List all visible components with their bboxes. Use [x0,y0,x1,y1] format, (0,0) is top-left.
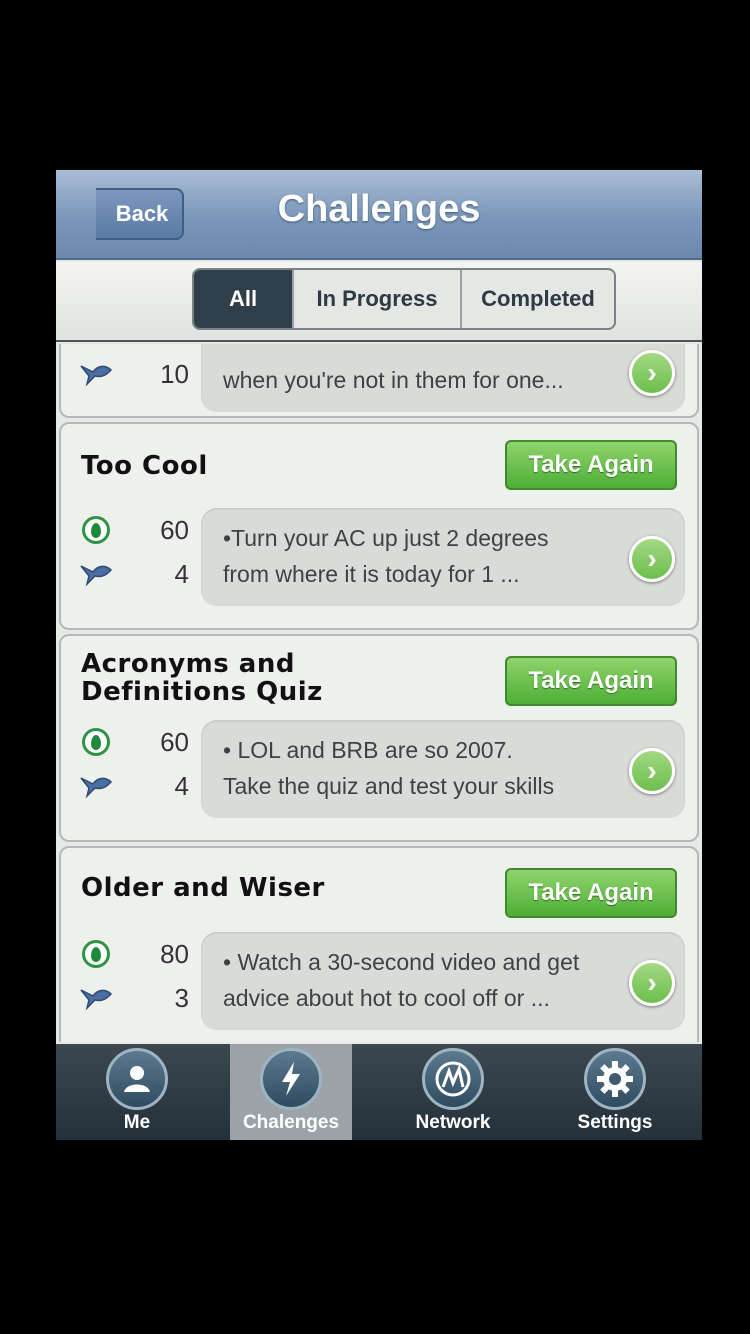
take-again-button[interactable]: Take Again [505,440,677,490]
points-stat: 60 [79,512,189,548]
tab-network[interactable]: Network [392,1044,514,1140]
fish-icon [79,769,113,803]
people-count: 4 [174,770,189,801]
challenge-description: • LOL and BRB are so 2007. Take the quiz… [223,737,555,799]
challenge-list[interactable]: 10 when you're not in them for one... › … [56,344,702,1042]
tab-label: Settings [577,1112,653,1133]
challenge-card[interactable]: Acronyms and Definitions Quiz Take Again… [59,634,699,842]
filter-segmented-control: All In Progress Completed [192,268,616,330]
filter-tab-all[interactable]: All [194,270,294,328]
take-again-button[interactable]: Take Again [505,656,677,706]
chevron-right-icon[interactable]: › [629,536,675,582]
challenge-description-box[interactable]: •Turn your AC up just 2 degrees from whe… [201,508,685,606]
tab-challenges[interactable]: Chalenges [230,1044,352,1140]
people-stat: 3 [79,980,189,1016]
gear-icon [584,1048,646,1110]
tab-label: Me [123,1112,151,1133]
fish-icon [79,357,113,391]
challenge-description-box[interactable]: • Watch a 30-second video and get advice… [201,932,685,1030]
lightning-icon [260,1048,322,1110]
points-value: 60 [160,726,189,757]
filter-tab-completed[interactable]: Completed [462,270,614,328]
people-count: 10 [160,358,189,389]
navigation-bar: Back Challenges [56,170,702,260]
tab-label: Network [415,1112,491,1133]
chevron-right-icon[interactable]: › [629,748,675,794]
leaf-icon [79,937,113,971]
people-count: 4 [174,558,189,589]
people-stat: 10 [79,356,189,392]
people-stat: 4 [79,556,189,592]
challenge-description-box[interactable]: • LOL and BRB are so 2007. Take the quiz… [201,720,685,818]
challenge-card[interactable]: 10 when you're not in them for one... › [59,344,699,418]
person-icon [106,1048,168,1110]
challenge-description-box[interactable]: when you're not in them for one... › [201,344,685,412]
leaf-icon [79,725,113,759]
challenge-description: • Watch a 30-second video and get advice… [223,949,580,1011]
challenge-title: Older and Wiser [81,873,325,903]
leaf-icon [79,513,113,547]
challenge-card[interactable]: Older and Wiser Take Again 80 3 • Watch … [59,846,699,1042]
app-screen: Back Challenges All In Progress Complete… [56,170,702,1140]
fish-icon [79,557,113,591]
fish-icon [79,981,113,1015]
filter-bar: All In Progress Completed [56,262,702,342]
tab-me[interactable]: Me [76,1044,198,1140]
challenge-description: when you're not in them for one... [223,367,564,393]
challenge-title: Too Cool [81,451,208,481]
points-value: 80 [160,938,189,969]
back-button-label: Back [115,201,169,226]
people-count: 3 [174,982,189,1013]
points-value: 60 [160,514,189,545]
challenge-card[interactable]: Too Cool Take Again 60 4 •Turn your AC u… [59,422,699,630]
challenge-description: •Turn your AC up just 2 degrees from whe… [223,525,549,587]
filter-tab-in-progress[interactable]: In Progress [294,270,462,328]
points-stat: 80 [79,936,189,972]
network-icon [422,1048,484,1110]
tab-label: Chalenges [242,1112,340,1133]
chevron-right-icon[interactable]: › [629,960,675,1006]
take-again-button[interactable]: Take Again [505,868,677,918]
people-stat: 4 [79,768,189,804]
chevron-right-icon[interactable]: › [629,350,675,396]
tab-settings[interactable]: Settings [554,1044,676,1140]
points-stat: 60 [79,724,189,760]
tab-bar: Me Chalenges Network Settings [56,1044,702,1140]
challenge-title: Acronyms and Definitions Quiz [81,649,323,707]
